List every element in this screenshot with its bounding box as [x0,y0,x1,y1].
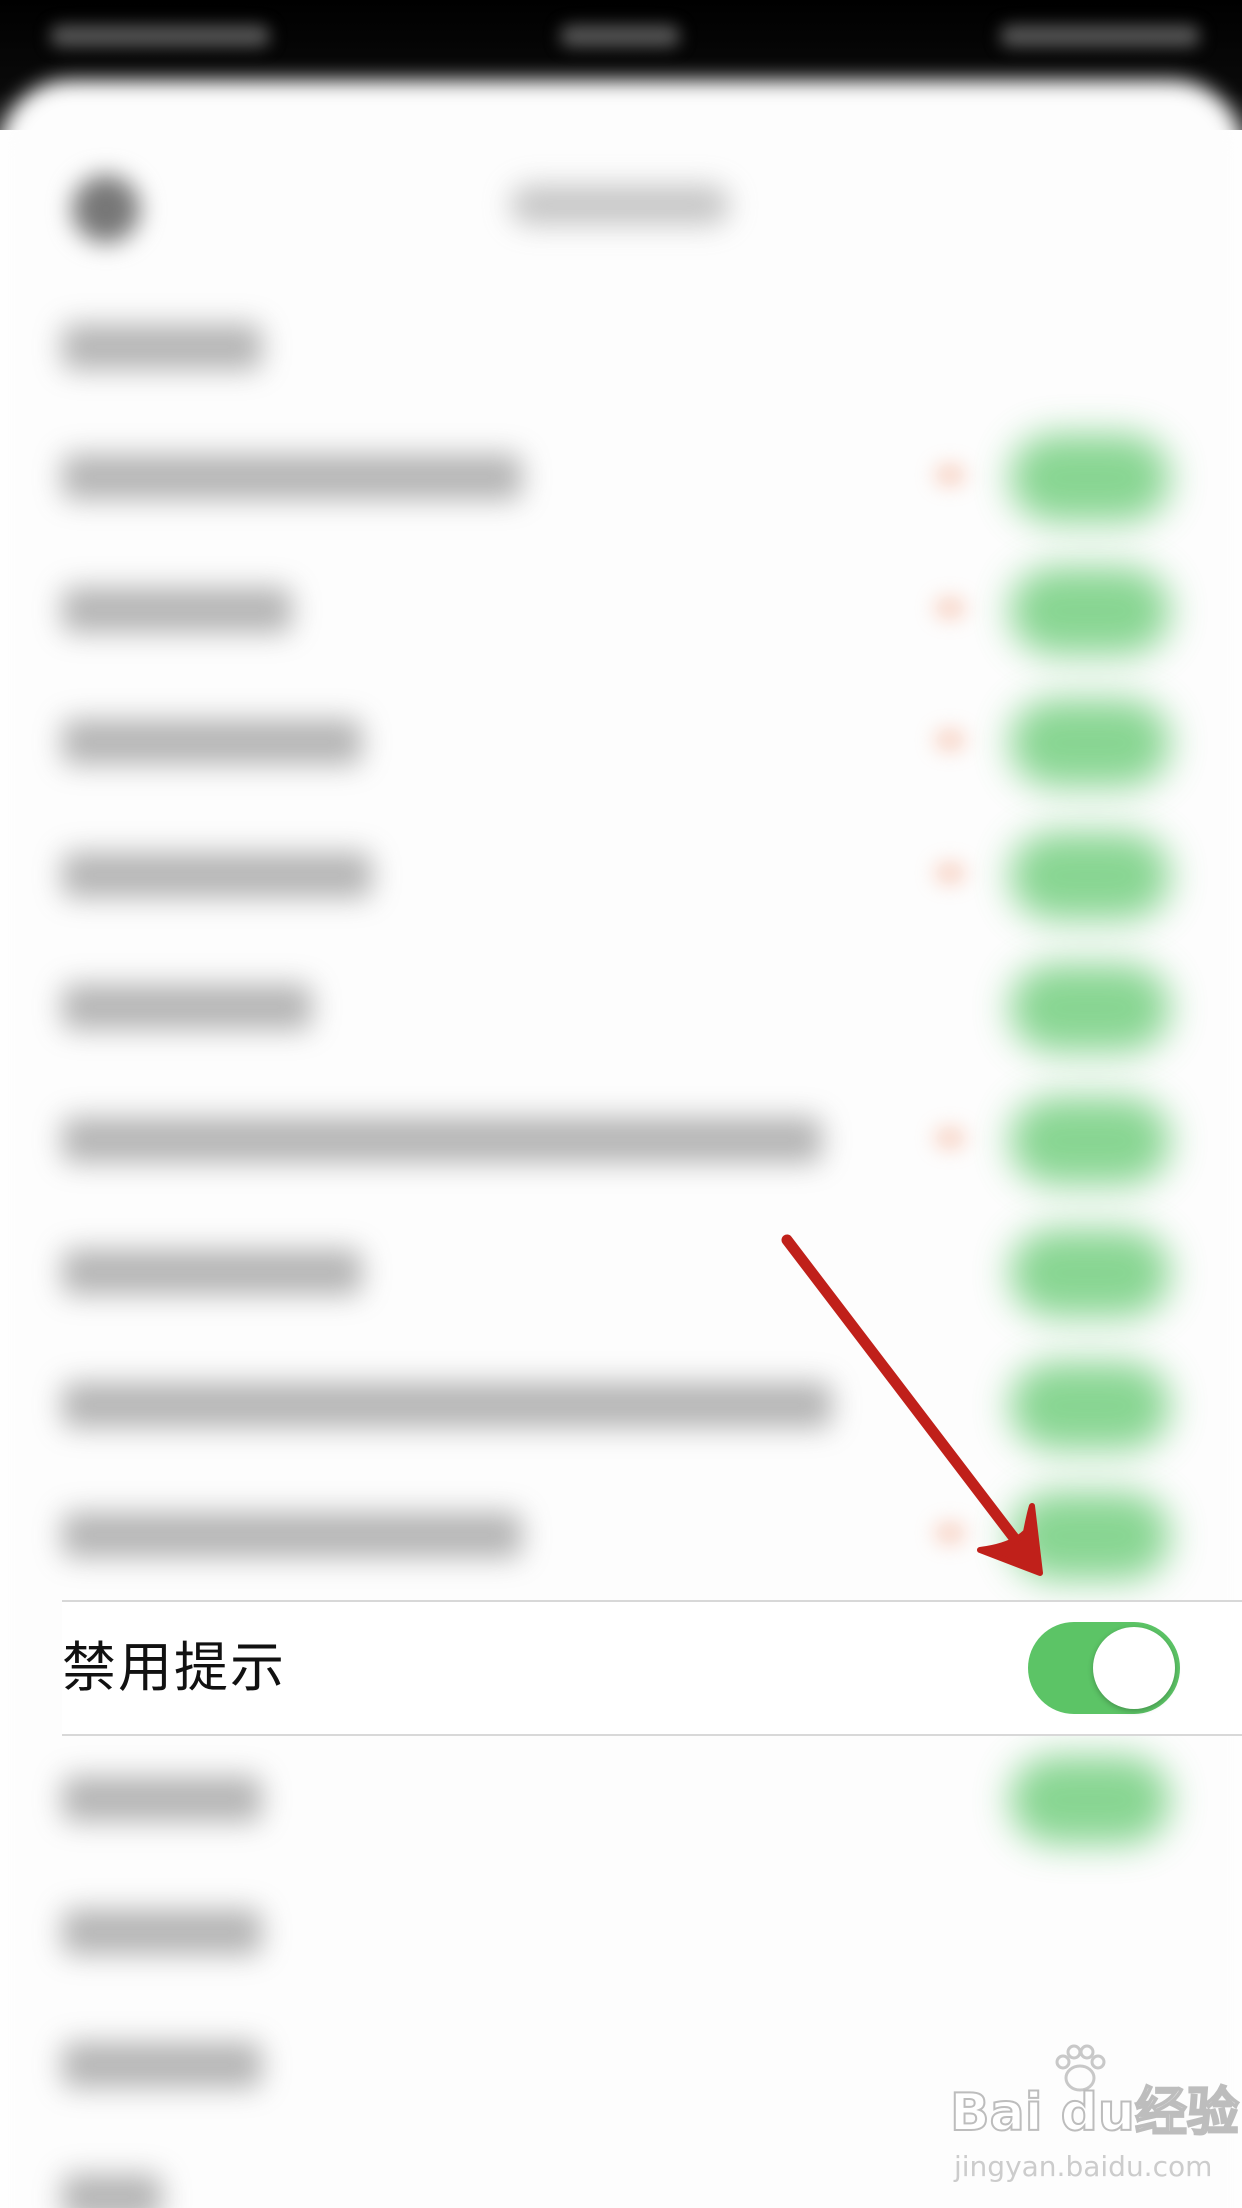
blurred-toggle[interactable] [1010,1097,1170,1185]
blurred-badge [935,863,965,883]
blurred-badge [935,598,965,618]
status-carrier-blur [50,25,270,47]
watermark-url: jingyan.baidu.com [954,2150,1213,2183]
blurred-row-label [62,2174,162,2208]
blurred-row [0,543,1242,673]
blurred-row-label [62,1249,362,1295]
disable-tips-toggle[interactable] [1028,1622,1180,1714]
blurred-row [0,280,1242,410]
blurred-badge [935,1128,965,1148]
status-time-blur [560,25,680,47]
blurred-toggle[interactable] [1010,434,1170,522]
blurred-row-label [62,2042,262,2088]
blurred-badge [935,1523,965,1543]
blurred-row-label [62,1382,832,1428]
blurred-row [0,675,1242,805]
blurred-toggle[interactable] [1010,567,1170,655]
blurred-row-label [62,852,372,898]
blurred-toggle[interactable] [1010,964,1170,1052]
blurred-row-label [62,719,362,765]
blurred-badge [935,730,965,750]
back-icon[interactable] [72,175,140,243]
blurred-toggle[interactable] [1010,1756,1170,1844]
status-battery-blur [1000,25,1200,47]
blurred-row [0,1865,1242,1995]
baidu-jingyan-watermark: Bai du经验 jingyan.baidu.com [949,2044,1240,2200]
toggle-knob [1093,1627,1175,1709]
blurred-row-label [62,1117,822,1163]
blurred-badge [935,465,965,485]
settings-row-label: 禁用提示 [62,1636,286,1699]
blurred-row-label [62,1909,262,1955]
blurred-row-label [62,984,312,1030]
blurred-row [0,1732,1242,1862]
blurred-row [0,940,1242,1070]
blurred-row [0,1468,1242,1598]
blurred-row-label [62,1512,522,1558]
screen: 禁用提示 Bai du经验 jingyan.baidu.com [0,0,1242,2208]
blurred-row [0,808,1242,938]
page-title-blurred [510,185,730,225]
blurred-row [0,410,1242,540]
blurred-row [0,1338,1242,1468]
blurred-row-label [62,324,262,370]
blurred-row [0,1073,1242,1203]
blurred-toggle[interactable] [1010,699,1170,787]
blurred-toggle[interactable] [1010,1492,1170,1580]
blurred-row-label [62,1776,262,1822]
blurred-toggle[interactable] [1010,1229,1170,1317]
blurred-row-label [62,454,522,500]
blurred-row [0,1205,1242,1335]
watermark-brand: Bai du经验 [949,2082,1240,2144]
blurred-toggle[interactable] [1010,1362,1170,1450]
settings-row-disable-tips: 禁用提示 [62,1600,1242,1736]
blurred-toggle[interactable] [1010,832,1170,920]
blurred-row-label [62,587,292,633]
